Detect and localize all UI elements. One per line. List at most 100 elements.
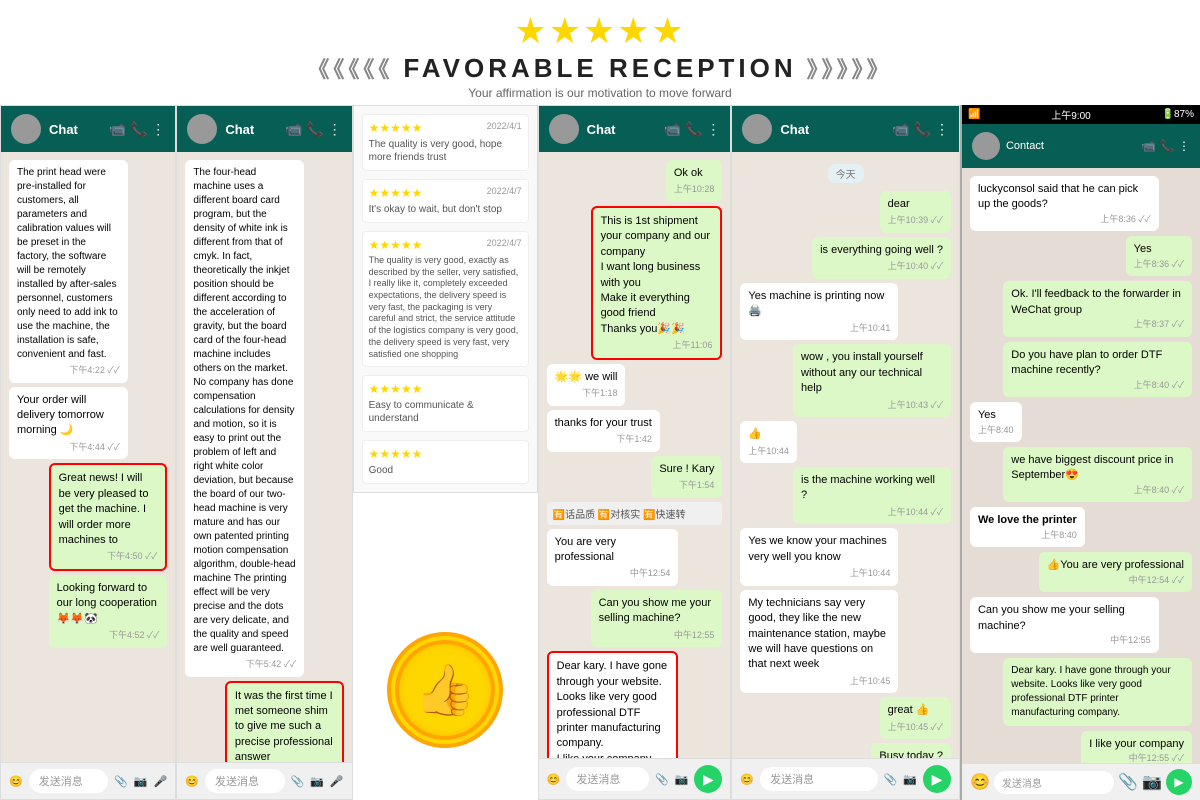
message-text: This is 1st shipment your company and ou… (601, 214, 713, 337)
review-item: ★★★★★ 2022/4/7 The quality is very good,… (362, 231, 529, 367)
message-text: wow , you install yourself without any o… (801, 350, 943, 396)
battery-icon: 🔋87% (1162, 109, 1194, 120)
chat-name-4: Chat (780, 122, 884, 137)
review-stars: ★★★★★ (369, 238, 423, 252)
avatar-2 (187, 114, 217, 144)
camera-icon[interactable]: 📷 (903, 773, 917, 786)
right-send-button[interactable]: ▶ (1166, 769, 1192, 795)
attach-icon[interactable]: 📎 (1118, 772, 1138, 792)
review-text: The quality is very good, hope more frie… (369, 138, 522, 164)
title-text: FAVORABLE RECEPTION (403, 53, 796, 84)
chat-input-bar-2[interactable]: 😊 发送消息 📎 📷 🎤 (177, 762, 351, 799)
message-text: Yes (978, 408, 1014, 423)
message-text: Dear kary. I have gone through your webs… (557, 659, 669, 758)
message-item: Great news! I will be very pleased to ge… (49, 463, 168, 571)
avatar-4 (742, 114, 772, 144)
message-text: Do you have plan to order DTF machine re… (1011, 348, 1184, 379)
attach-icon[interactable]: 📎 (114, 775, 128, 788)
message-text: I like your company (1089, 737, 1184, 752)
right-contact-name: Contact (1006, 140, 1135, 152)
camera-icon[interactable]: 📷 (310, 775, 324, 788)
message-text: Yes (1134, 242, 1184, 257)
message-time: 上午11:06 (601, 339, 713, 352)
review-item: ★★★★★ 2022/4/1 The quality is very good,… (362, 114, 529, 171)
review-text: It's okay to wait, but don't stop (369, 203, 522, 216)
right-header-icons: 📹 📞 ⋮ (1141, 139, 1190, 153)
right-panel: 📶 上午9:00 🔋87% Contact 📹 📞 ⋮ luckyconsol … (960, 105, 1200, 800)
message-time: 上午8:40 (978, 424, 1014, 437)
chat-input-bar-3[interactable]: 😊 发送消息 📎 📷 ▶ (539, 758, 731, 799)
emoji-icon[interactable]: 😊 (970, 772, 990, 792)
chat-input-bar-1[interactable]: 😊 发送消息 📎 📷 🎤 (1, 762, 175, 799)
chat-panel-4: Chat 📹 📞 ⋮ 今天 dear 上午10:39 ✓✓ is everyth… (731, 105, 960, 800)
message-item: The four-head machine uses a different b… (185, 160, 304, 677)
chat-header-1: Chat 📹 📞 ⋮ (1, 106, 175, 152)
right-message-item: Dear kary. I have gone through your webs… (1003, 658, 1192, 726)
chat-header-4: Chat 📹 📞 ⋮ (732, 106, 959, 152)
right-arrows: 》》》》》 (807, 52, 893, 84)
status-bar: 📶 上午9:00 🔋87% (962, 105, 1200, 124)
message-text: is everything going well ? (820, 243, 943, 258)
chat-header-2: Chat 📹 📞 ⋮ (177, 106, 351, 152)
chat-header-3: Chat 📹 📞 ⋮ (539, 106, 731, 152)
review-date: 2022/4/7 (487, 238, 522, 248)
toolbar-bar: 🈶话品质 🈶对核实 🈶快速转 (547, 502, 723, 525)
main-title: 《《《《《 FAVORABLE RECEPTION 》》》》》 (0, 52, 1200, 84)
message-text: 🌟🌟 we will (555, 370, 618, 385)
right-input-bar[interactable]: 😊 发送消息 📎 📷 ▶ (962, 763, 1200, 800)
message-item: is everything going well ? 上午10:40 ✓✓ (812, 237, 951, 279)
message-text: Sure ! Kary (659, 462, 714, 477)
emoji-icon[interactable]: 😊 (9, 775, 23, 788)
camera-icon[interactable]: 📷 (134, 775, 148, 788)
review-item: ★★★★★ Easy to communicate & understand (362, 375, 529, 432)
message-time: 下午4:52 ✓✓ (57, 629, 160, 642)
right-message-item: luckyconsol said that he can pick up the… (970, 176, 1159, 231)
message-time: 上午8:40 ✓✓ (1011, 484, 1184, 497)
message-time: 下午4:50 ✓✓ (59, 550, 158, 563)
message-time: 上午10:41 (748, 322, 890, 335)
attach-icon[interactable]: 📎 (884, 773, 898, 786)
message-text: Yes machine is printing now🖨️ (748, 289, 890, 320)
message-time: 下午1:54 (659, 479, 714, 492)
emoji-icon[interactable]: 😊 (740, 773, 754, 786)
message-time: 下午4:22 ✓✓ (17, 364, 120, 377)
messages-3: Ok ok 上午10:28 This is 1st shipment your … (539, 152, 731, 758)
mic-icon[interactable]: 🎤 (154, 775, 168, 788)
send-button-4[interactable]: ▶ (923, 765, 951, 793)
chat-name-3: Chat (587, 122, 656, 137)
chat-panel-2: Chat 📹 📞 ⋮ The four-head machine uses a … (176, 105, 352, 800)
message-text: Ok ok (674, 166, 715, 181)
emoji-icon[interactable]: 😊 (547, 773, 561, 786)
message-text: we have biggest discount price in Septem… (1011, 453, 1184, 484)
message-input-3[interactable]: 发送消息 (566, 767, 649, 791)
mic-icon[interactable]: 🎤 (330, 775, 344, 788)
message-item: Can you show me your selling machine? 中午… (591, 590, 723, 647)
send-button-3[interactable]: ▶ (694, 765, 722, 793)
message-item: Your order will delivery tomorrow mornin… (9, 387, 128, 460)
camera-icon[interactable]: 📷 (1142, 772, 1162, 792)
header-icons-2: 📹 📞 ⋮ (285, 121, 342, 138)
right-message-input[interactable]: 发送消息 (994, 771, 1114, 794)
message-text: Busy today ? (879, 749, 943, 758)
message-time: 上午10:40 ✓✓ (820, 260, 943, 273)
chat-panel-3: Chat 📹 📞 ⋮ Ok ok 上午10:28 This is 1st shi… (538, 105, 732, 800)
message-text: Yes we know your machines very well you … (748, 534, 890, 565)
right-message-item: I like your company 中午12:55 ✓✓ (1081, 731, 1192, 763)
network-icon: 📶 (968, 109, 980, 120)
message-item: great 👍 上午10:45 ✓✓ (880, 697, 951, 739)
message-text: Can you show me your selling machine? (978, 603, 1151, 634)
review-stars: ★★★★★ (369, 447, 423, 461)
message-input-2[interactable]: 发送消息 (205, 769, 285, 793)
review-item: ★★★★★ Good (362, 440, 529, 484)
attach-icon[interactable]: 📎 (655, 773, 669, 786)
message-text: 👍You are very professional (1047, 558, 1184, 573)
chat-input-bar-4[interactable]: 😊 发送消息 📎 📷 ▶ (732, 758, 959, 799)
message-input-4[interactable]: 发送消息 (760, 767, 878, 791)
emoji-icon[interactable]: 😊 (185, 775, 199, 788)
attach-icon[interactable]: 📎 (291, 775, 305, 788)
avatar-3 (549, 114, 579, 144)
header-icons-4: 📹 📞 ⋮ (892, 121, 949, 138)
camera-icon[interactable]: 📷 (675, 773, 689, 786)
message-input-1[interactable]: 发送消息 (29, 769, 109, 793)
message-item: Ok ok 上午10:28 (666, 160, 723, 202)
